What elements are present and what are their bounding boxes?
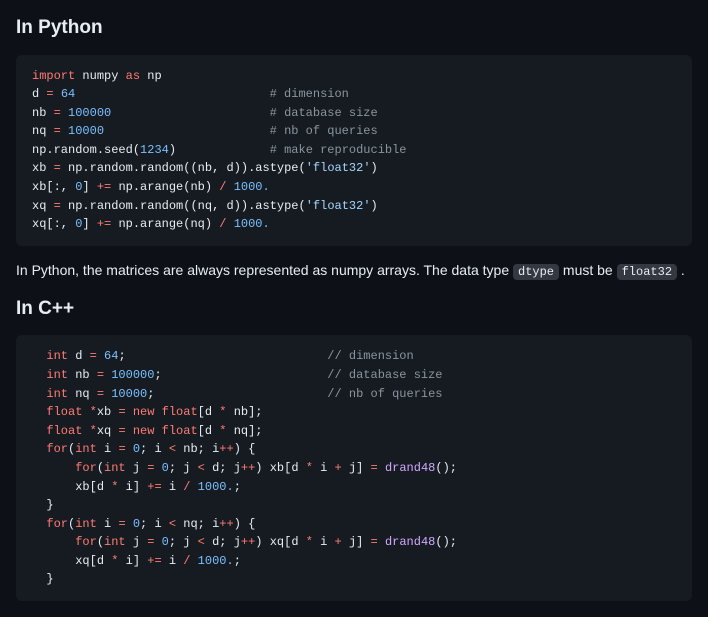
paragraph-text: In Python, the matrices are always repre… <box>16 260 692 281</box>
section-heading-python: In Python <box>16 14 692 43</box>
para-after: . <box>677 262 685 278</box>
section-heading-cpp: In C++ <box>16 295 692 324</box>
para-before: In Python, the matrices are always repre… <box>16 262 513 278</box>
code-block-python: import numpy as np d = 64 # dimension nb… <box>16 55 692 246</box>
inline-code-float32: float32 <box>617 264 677 280</box>
inline-code-dtype: dtype <box>513 264 559 280</box>
para-mid: must be <box>559 262 617 278</box>
code-block-cpp: int d = 64; // dimension int nb = 100000… <box>16 335 692 601</box>
